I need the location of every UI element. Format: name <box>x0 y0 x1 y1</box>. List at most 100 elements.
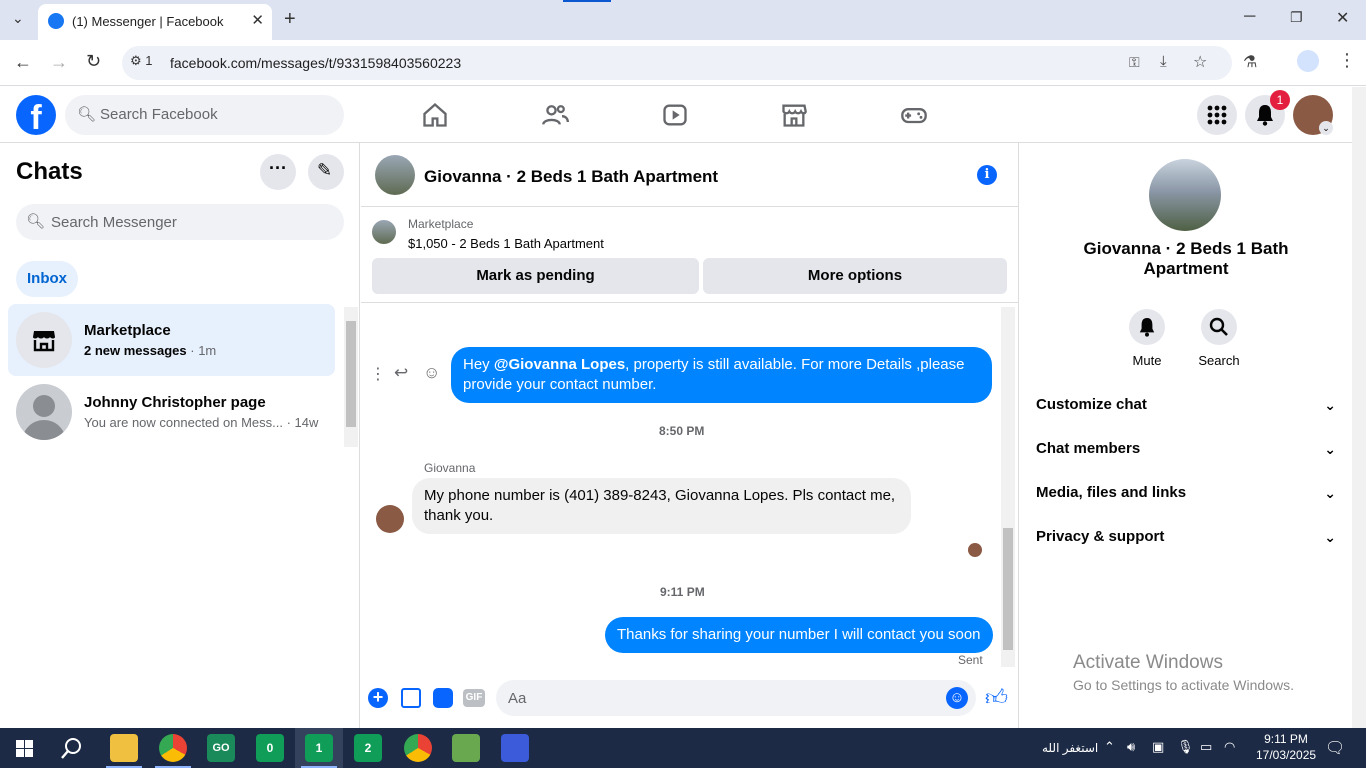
new-tab-plus-icon[interactable]: + <box>284 8 296 31</box>
sticker-icon[interactable] <box>433 688 453 708</box>
url-text[interactable]: facebook.com/messages/t/9331598403560223 <box>170 55 461 71</box>
chat-time: · 1m <box>190 343 217 358</box>
inbox-tab[interactable]: Inbox <box>16 261 78 297</box>
back-arrow-icon[interactable]: ← <box>14 52 32 73</box>
chat-members-section[interactable]: Chat members ⌄ <box>1036 427 1336 471</box>
listing-title[interactable]: $1,050 - 2 Beds 1 Bath Apartment <box>408 236 604 251</box>
outgoing-message[interactable]: Thanks for sharing your number I will co… <box>605 617 993 653</box>
reply-icon[interactable]: ↩ <box>394 363 408 383</box>
thumbs-up-like-icon[interactable]: 👍︎ <box>985 684 1008 711</box>
chat-row-marketplace[interactable]: Marketplace 2 new messages · 1m <box>8 304 335 376</box>
conversation-title[interactable]: Giovanna · 2 Beds 1 Bath Apartment <box>424 167 718 187</box>
tab-close-icon[interactable]: ✕ <box>251 11 264 29</box>
taskbar-clock[interactable]: 9:11 PM 17/03/2025 <box>1256 732 1316 762</box>
outgoing-message[interactable]: Hey @Giovanna Lopes, property is still a… <box>451 347 992 403</box>
taskbar-search-icon[interactable] <box>61 737 83 759</box>
customize-chat-section[interactable]: Customize chat ⌄ <box>1036 383 1336 427</box>
section-label: Chat members <box>1036 440 1141 457</box>
account-chevron-down-icon[interactable]: ⌄ <box>1319 121 1333 135</box>
file-explorer-icon[interactable] <box>110 734 138 762</box>
clock-date: 17/03/2025 <box>1256 748 1317 762</box>
app-badge-1[interactable]: 1 <box>305 734 333 762</box>
tray-overflow-chevron-icon[interactable]: ⌃ <box>1104 739 1115 755</box>
home-icon[interactable] <box>421 101 449 129</box>
close-window-icon[interactable]: ✕ <box>1336 8 1349 28</box>
details-avatar[interactable] <box>1149 159 1221 231</box>
chats-sidebar: Chats ··· ✎ 🔍︎ Search Messenger Inbox Ma… <box>0 143 360 728</box>
listing-thumbnail[interactable] <box>372 220 396 244</box>
menu-grid-button[interactable] <box>1197 95 1237 135</box>
battery-icon[interactable]: ▭ <box>1200 739 1212 755</box>
page-scrollbar[interactable] <box>1352 87 1366 728</box>
media-files-links-section[interactable]: Media, files and links ⌄ <box>1036 471 1336 515</box>
friends-icon[interactable] <box>541 101 569 129</box>
more-options-button[interactable]: More options <box>703 258 1007 294</box>
bookmark-star-icon[interactable]: ☆ <box>1193 52 1207 72</box>
site-info-count: 1 <box>145 53 153 68</box>
attach-photo-icon[interactable] <box>401 688 421 708</box>
chevron-down-icon: ⌄ <box>1324 529 1336 545</box>
info-icon[interactable]: i <box>977 165 997 185</box>
minimize-window-icon[interactable]: ─ <box>1244 8 1255 26</box>
mute-action[interactable]: Mute <box>1117 309 1177 368</box>
chrome-icon[interactable] <box>159 734 187 762</box>
conversation-avatar[interactable] <box>375 155 415 195</box>
messenger-search-input[interactable]: 🔍︎ Search Messenger <box>16 204 344 240</box>
abc-app-icon[interactable] <box>501 734 529 762</box>
sender-avatar[interactable] <box>376 505 404 533</box>
labs-flask-icon[interactable]: ⚗ <box>1243 52 1257 72</box>
chat-options-button[interactable]: ··· <box>260 154 296 190</box>
green-app-icon[interactable]: GO <box>207 734 235 762</box>
app-badge-2[interactable]: 2 <box>354 734 382 762</box>
gaming-icon[interactable] <box>900 101 928 129</box>
microphone-icon[interactable]: 🎙︎ <box>1177 739 1194 755</box>
browser-tab[interactable]: (1) Messenger | Facebook ✕ <box>38 4 272 40</box>
address-bar[interactable]: ⚙ 1 facebook.com/messages/t/933159840356… <box>122 46 1232 80</box>
message-text: Hey <box>463 356 494 373</box>
message-input[interactable]: Aa ☺ <box>496 680 976 716</box>
browser-menu-icon[interactable]: ⋮ <box>1338 50 1356 71</box>
wifi-icon[interactable]: ◠ <box>1224 739 1235 755</box>
add-more-plus-icon[interactable]: + <box>368 688 388 708</box>
emoji-icon[interactable]: ☺ <box>946 687 968 709</box>
restore-window-icon[interactable]: ❐ <box>1290 9 1303 26</box>
facebook-search-input[interactable]: 🔍︎ Search Facebook <box>65 95 344 135</box>
compose-icon: ✎ <box>317 160 333 180</box>
privacy-support-section[interactable]: Privacy & support ⌄ <box>1036 515 1336 559</box>
marketplace-icon[interactable] <box>780 101 808 129</box>
notepad-icon[interactable] <box>452 734 480 762</box>
chat-row-johnny[interactable]: Johnny Christopher page You are now conn… <box>8 376 335 448</box>
tab-search-chevron-icon[interactable]: ⌄ <box>12 10 24 27</box>
windows-start-icon[interactable] <box>16 740 33 757</box>
tab-title: (1) Messenger | Facebook <box>72 14 224 29</box>
gif-icon[interactable]: GIF <box>463 689 485 707</box>
forward-arrow-icon[interactable]: → <box>50 52 68 73</box>
messages-scrollbar-thumb[interactable] <box>1003 528 1013 650</box>
volume-icon[interactable]: 🔊︎ <box>1127 739 1135 755</box>
password-key-icon[interactable]: ⚿ <box>1129 54 1140 71</box>
bell-icon <box>1257 105 1273 126</box>
watermark-subtitle: Go to Settings to activate Windows. <box>1073 677 1294 693</box>
new-message-button[interactable]: ✎ <box>308 154 344 190</box>
react-smiley-icon[interactable]: ☺ <box>423 363 440 383</box>
install-app-icon[interactable]: ⤓ <box>1160 53 1167 70</box>
chevron-down-icon: ⌄ <box>1324 441 1336 457</box>
section-label: Privacy & support <box>1036 528 1165 545</box>
reload-icon[interactable]: ↻ <box>86 51 101 72</box>
notification-center-icon[interactable]: 🗨︎ <box>1325 738 1345 758</box>
mark-as-pending-button[interactable]: Mark as pending <box>372 258 699 294</box>
chats-scrollbar-thumb[interactable] <box>346 321 356 427</box>
site-info-icon[interactable]: ⚙ 1 <box>130 53 153 69</box>
app-badge-0[interactable]: 0 <box>256 734 284 762</box>
search-action[interactable]: Search <box>1189 309 1249 368</box>
video-icon[interactable] <box>661 101 689 129</box>
chrome-profile-icon[interactable] <box>404 734 432 762</box>
facebook-logo[interactable]: f <box>16 95 56 137</box>
incoming-message[interactable]: My phone number is (401) 389-8243, Giova… <box>412 478 911 534</box>
chats-title: Chats <box>16 158 83 185</box>
mention-tag[interactable]: @Giovanna Lopes <box>494 356 625 373</box>
section-label: Customize chat <box>1036 396 1147 413</box>
device-icon[interactable]: ▣ <box>1152 739 1164 755</box>
message-more-icon[interactable]: ⋮ <box>370 364 386 384</box>
profile-avatar-icon[interactable] <box>1297 50 1319 72</box>
